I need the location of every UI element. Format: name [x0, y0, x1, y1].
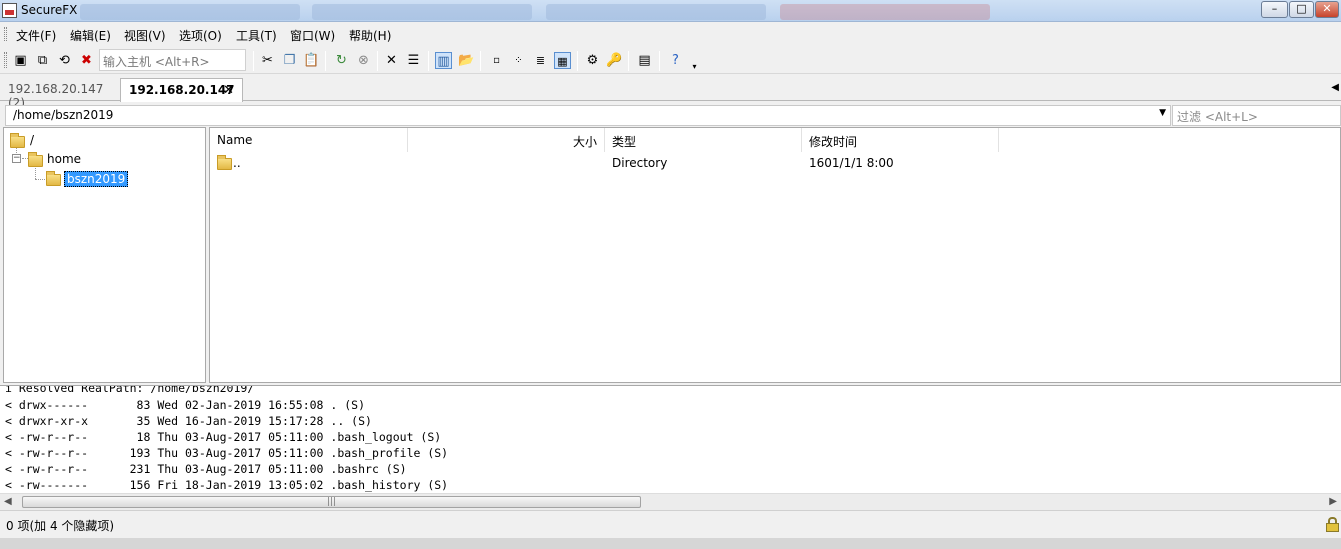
tree-item-label: bszn2019 [64, 171, 129, 187]
status-text: 0 项(加 4 个隐藏项) [6, 519, 115, 533]
filter-input[interactable]: 过滤 <Alt+L> [1172, 105, 1341, 126]
menu-view[interactable]: 视图(V) [124, 27, 166, 44]
title-bar: SecureFX – □ ✕ [0, 0, 1341, 22]
scrollbar-thumb[interactable]: ||| [22, 496, 641, 508]
log-horizontal-scrollbar[interactable]: ◀ ||| ▶ [0, 493, 1341, 510]
tree-connector [35, 179, 45, 180]
folder-icon [10, 133, 25, 148]
tree-connector [35, 168, 36, 179]
table-row[interactable]: .. Directory 1601/1/1 8:00 [210, 154, 1341, 173]
cell-type: Directory [612, 156, 668, 170]
cell-modified: 1601/1/1 8:00 [809, 156, 894, 170]
tree-item-bszn2019[interactable]: bszn2019 [46, 171, 129, 188]
maximize-button[interactable]: □ [1289, 1, 1314, 18]
quick-connect-icon[interactable]: ⧉ [34, 52, 51, 69]
path-dropdown-icon[interactable]: ▼ [1159, 108, 1166, 118]
current-path: /home/bszn2019 [13, 108, 114, 122]
tree-item-root[interactable]: / [8, 133, 68, 149]
minimize-button[interactable]: – [1261, 1, 1288, 18]
connect-icon[interactable]: ▣ [12, 52, 29, 69]
column-header-modified[interactable]: 修改时间 [802, 128, 999, 152]
scroll-left-arrow-icon[interactable]: ◀ [4, 496, 12, 507]
tree-item-home[interactable]: home [28, 152, 98, 168]
tree-item-label: home [47, 152, 82, 166]
folder-icon [217, 155, 232, 170]
tab-session-2[interactable]: 192.168.20.147 (2) [0, 78, 118, 110]
background-taskbar-item [780, 4, 990, 20]
log-line: < -rw-r--r-- 231 Thu 03-Aug-2017 05:11:0… [5, 462, 407, 476]
menu-tools[interactable]: 工具(T) [236, 27, 277, 44]
menu-options[interactable]: 选项(O) [179, 27, 222, 44]
scroll-right-arrow-icon[interactable]: ▶ [1329, 496, 1337, 507]
background-taskbar-item [80, 4, 300, 20]
securefx-app-icon [2, 3, 17, 18]
menu-file[interactable]: 文件(F) [16, 27, 56, 44]
close-tab-icon[interactable]: ✕ [223, 83, 234, 98]
menu-grip[interactable] [4, 27, 7, 41]
close-window-button[interactable]: ✕ [1315, 1, 1339, 18]
lock-icon [1326, 517, 1339, 532]
menu-bar: 文件(F) 编辑(E) 视图(V) 选项(O) 工具(T) 窗口(W) 帮助(H… [0, 22, 1341, 46]
log-line: < -rw-r--r-- 193 Thu 03-Aug-2017 05:11:0… [5, 446, 449, 460]
menu-window[interactable]: 窗口(W) [290, 27, 335, 44]
log-line: < drwxr-xr-x 35 Wed 16-Jan-2019 15:17:28… [5, 414, 372, 428]
disconnect-icon[interactable]: ✖ [78, 52, 95, 69]
session-tab-strip: 192.168.20.147 (2) 192.168.20.147 ✕ ◀ [0, 76, 1341, 110]
folder-tree: / − home bszn2019 [3, 127, 206, 383]
background-taskbar-item [312, 4, 532, 20]
log-line: < drwx------ 83 Wed 02-Jan-2019 16:55:08… [5, 398, 366, 412]
reconnect-icon[interactable]: ⟲ [56, 52, 73, 69]
path-input[interactable]: /home/bszn2019 ▼ [5, 105, 1171, 126]
column-header-type[interactable]: 类型 [605, 128, 802, 152]
cell-name: .. [233, 156, 241, 170]
quick-connect-input[interactable]: 输入主机 <Alt+R> [99, 49, 246, 71]
column-header-name[interactable]: Name [210, 128, 408, 152]
background-taskbar-item [546, 4, 766, 20]
toolbar-grip[interactable] [4, 52, 7, 68]
tab-label: 192.168.20.147 [129, 83, 235, 97]
tab-session-active[interactable]: 192.168.20.147 ✕ [120, 78, 243, 102]
tree-collapse-icon[interactable]: − [12, 154, 21, 163]
window-title: SecureFX [21, 3, 78, 17]
log-line: < -rw-r--r-- 18 Thu 03-Aug-2017 05:11:00… [5, 430, 442, 444]
address-bar: /home/bszn2019 ▼ 过滤 <Alt+L> [0, 103, 1341, 127]
tree-item-label: / [30, 133, 35, 147]
status-bar: 0 项(加 4 个隐藏项) [0, 510, 1341, 538]
file-list: Name 大小 类型 修改时间 .. Directory 1601/1/1 8:… [209, 127, 1341, 383]
column-header-size[interactable]: 大小 [408, 128, 605, 152]
folder-icon [28, 152, 43, 167]
log-line: i Resolved RealPath: /home/bszn2019/ [5, 385, 255, 395]
menu-edit[interactable]: 编辑(E) [70, 27, 111, 44]
tab-scroll-left-icon[interactable]: ◀ [1331, 82, 1339, 93]
folder-icon [46, 171, 61, 186]
menu-help[interactable]: 帮助(H) [349, 27, 391, 44]
log-line: < -rw------- 156 Fri 18-Jan-2019 13:05:0… [5, 478, 449, 492]
bottom-strip [0, 538, 1341, 549]
log-output[interactable]: i Resolved RealPath: /home/bszn2019/ < d… [0, 385, 1341, 493]
